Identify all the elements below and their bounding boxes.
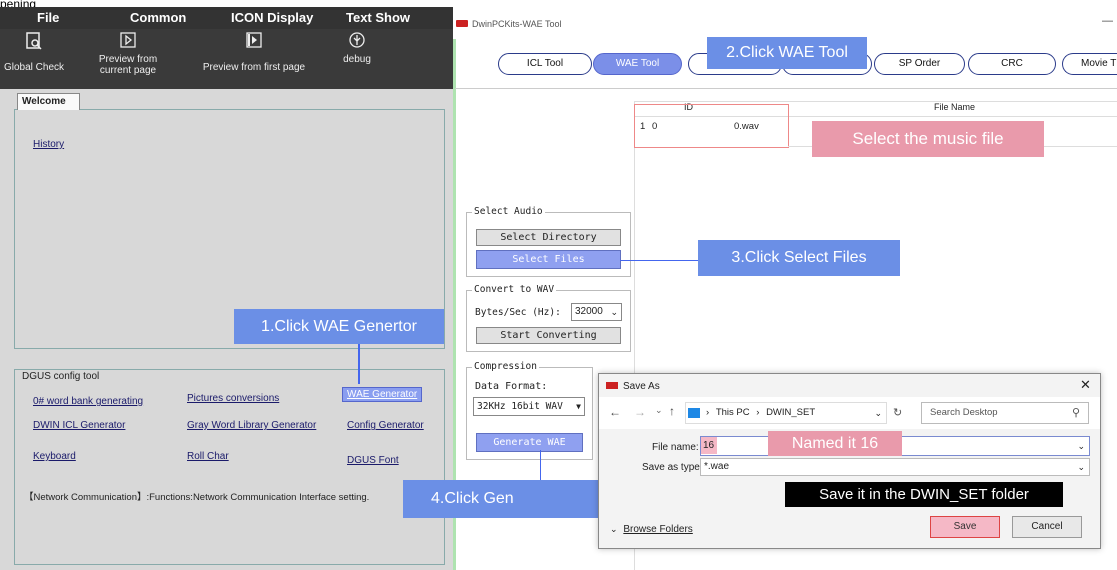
preview-current-icon [119, 32, 137, 50]
debug-button[interactable]: debug [337, 32, 377, 65]
chevron-down-icon: ⌄ [1077, 462, 1085, 472]
forward-arrow-icon[interactable]: → [634, 405, 646, 419]
rate-value: 32000 [575, 306, 603, 317]
annotation-step-3: 3.Click Select Files [698, 240, 900, 276]
chevron-down-icon[interactable]: ⌄ [1077, 437, 1085, 455]
pc-icon [688, 408, 700, 418]
toolbar: Global Check Preview from current page P… [0, 29, 453, 89]
annotation-step-4: 4.Click Gen [403, 480, 606, 518]
start-converting-button[interactable]: Start Converting [476, 327, 621, 344]
debug-label: debug [343, 54, 371, 65]
tab-welcome[interactable]: Welcome [17, 93, 80, 110]
cancel-button[interactable]: Cancel [1012, 516, 1082, 538]
file-name-label: File name: [652, 442, 699, 453]
save-button[interactable]: Save [930, 516, 1000, 538]
dgus-font-link[interactable]: DGUS Font [347, 455, 399, 466]
select-audio-legend: Select Audio [472, 206, 545, 217]
path-breadcrumb[interactable]: › This PC › DWIN_SET ⌄ [685, 402, 887, 424]
breadcrumb-sep-icon: › [756, 407, 760, 418]
select-directory-button[interactable]: Select Directory [476, 229, 621, 246]
menu-bar: File Common ICON Display Text Show [0, 7, 453, 29]
history-link[interactable]: History [33, 139, 64, 150]
global-check-button[interactable]: Global Check [2, 32, 66, 73]
tab-wae-tool[interactable]: WAE Tool [593, 53, 682, 75]
preview-first-icon [245, 32, 263, 50]
tab-separator [455, 88, 1117, 89]
annotation-connector-3 [620, 260, 700, 261]
config-generator-link[interactable]: Config Generator [347, 420, 424, 431]
search-placeholder: Search Desktop [930, 407, 998, 418]
browse-folders-toggle[interactable]: ⌄ Browse Folders [610, 524, 693, 535]
refresh-icon[interactable]: ↻ [893, 406, 902, 419]
gray-word-library-link[interactable]: Gray Word Library Generator [187, 420, 316, 431]
config-group-legend: DGUS config tool [20, 371, 102, 382]
data-format-label: Data Format: [475, 381, 548, 392]
annotation-step-2: 2.Click WAE Tool [707, 37, 867, 69]
chevron-down-icon: ⌄ [610, 307, 618, 317]
global-check-label: Global Check [3, 62, 65, 73]
annotation-name-it: Named it 16 [768, 431, 902, 456]
menu-file[interactable]: File [37, 10, 59, 25]
data-format-select[interactable]: 32KHz 16bit WAV ▼ [473, 397, 585, 416]
select-files-button[interactable]: Select Files [476, 250, 621, 269]
annotation-select-file: Select the music file [812, 121, 1044, 157]
path-dropdown-icon[interactable]: ⌄ [874, 403, 882, 423]
tab-sp-order[interactable]: SP Order [874, 53, 965, 75]
tab-movie-tool[interactable]: Movie T [1062, 53, 1117, 75]
minimize-button[interactable]: — [1102, 15, 1113, 27]
network-info-text: 【Network Communication】:Functions:Networ… [24, 492, 370, 503]
app-logo-icon [456, 20, 468, 27]
data-format-value: 32KHz 16bit WAV [477, 401, 563, 412]
file-selection-highlight [634, 104, 789, 148]
col-filename-header: File Name [934, 102, 976, 112]
rate-select[interactable]: 32000 ⌄ [571, 303, 622, 321]
save-type-label: Save as type: [642, 462, 703, 473]
breadcrumb-dwin-set[interactable]: DWIN_SET [766, 407, 815, 418]
generate-wae-button[interactable]: Generate WAE [476, 433, 583, 452]
breadcrumb-sep-icon: › [706, 407, 710, 418]
browse-folders-label: Browse Folders [623, 524, 693, 535]
menu-icon-display[interactable]: ICON Display [231, 10, 313, 25]
recent-chevron-icon[interactable]: ⌄ [655, 405, 663, 416]
top-text-fragment: pening [0, 0, 37, 7]
preview-first-button[interactable]: Preview from first page [200, 32, 308, 73]
search-icon: ⚲ [1071, 407, 1080, 419]
search-input[interactable]: Search Desktop ⚲ [921, 402, 1089, 424]
file-name-value: 16 [703, 440, 715, 451]
dialog-logo-icon [606, 382, 618, 389]
wae-window-title: DwinPCKits-WAE Tool [472, 19, 562, 29]
global-check-icon [25, 32, 43, 50]
rate-label: Bytes/Sec (Hz): [475, 307, 561, 318]
compression-legend: Compression [472, 361, 539, 372]
up-arrow-icon[interactable]: ↑ [669, 404, 675, 418]
annotation-connector-4 [540, 450, 541, 480]
dropdown-arrow-icon: ▼ [576, 402, 581, 411]
preview-current-button[interactable]: Preview from current page [88, 32, 168, 76]
keyboard-link[interactable]: Keyboard [33, 451, 76, 462]
preview-current-label: Preview from current page [98, 54, 158, 76]
roll-char-link[interactable]: Roll Char [187, 451, 229, 462]
chevron-down-icon: ⌄ [610, 524, 618, 534]
menu-common[interactable]: Common [130, 10, 186, 25]
word-bank-link[interactable]: 0# word bank generating [33, 396, 143, 407]
icl-generator-link[interactable]: DWIN ICL Generator [33, 420, 125, 431]
debug-icon [348, 32, 366, 50]
pictures-conversions-link[interactable]: Pictures conversions [187, 393, 279, 404]
annotation-save-folder: Save it in the DWIN_SET folder [785, 482, 1063, 507]
dialog-title: Save As [623, 381, 660, 392]
menu-text-show[interactable]: Text Show [346, 10, 410, 25]
back-arrow-icon[interactable]: ← [609, 405, 621, 419]
tab-icl-tool[interactable]: ICL Tool [498, 53, 592, 75]
annotation-step-1: 1.Click WAE Genertor [234, 309, 444, 344]
save-type-select[interactable]: *.wae ⌄ [700, 458, 1090, 476]
save-type-value: *.wae [704, 461, 730, 472]
annotation-connector-1 [358, 344, 360, 384]
breadcrumb-this-pc[interactable]: This PC [716, 407, 750, 418]
tab-crc[interactable]: CRC [968, 53, 1056, 75]
wae-generator-link[interactable]: WAE Generator [342, 387, 423, 402]
close-icon[interactable]: ✕ [1080, 377, 1091, 393]
convert-legend: Convert to WAV [472, 284, 557, 295]
preview-first-label: Preview from first page [202, 62, 306, 73]
